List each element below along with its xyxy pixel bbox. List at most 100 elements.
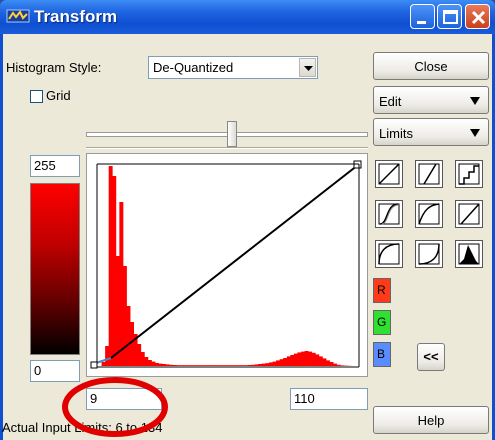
green-channel-button[interactable]: G xyxy=(373,310,391,335)
histogram-bar xyxy=(183,365,188,366)
red-channel-button[interactable]: R xyxy=(373,278,391,303)
transform-window: Transform Histogram Style: De-Quantized … xyxy=(0,0,495,440)
histogram-bar xyxy=(101,362,106,366)
histogram-bar xyxy=(197,365,202,366)
histogram-bar xyxy=(297,352,302,366)
histogram-bar xyxy=(286,356,291,366)
histogram-bar xyxy=(215,365,220,366)
equalize-curve-button[interactable] xyxy=(455,240,483,268)
transfer-curve[interactable] xyxy=(110,164,359,359)
log-curve-icon xyxy=(418,203,440,225)
histogram-bar xyxy=(165,364,170,366)
histogram-bar xyxy=(236,365,241,366)
histogram-bar xyxy=(315,354,320,366)
histogram-bar xyxy=(340,365,345,366)
histogram-bar xyxy=(276,360,281,366)
maximize-button[interactable] xyxy=(437,4,462,29)
sqrt-curve-button[interactable] xyxy=(375,240,403,268)
histogram-bar xyxy=(318,356,323,366)
histogram-style-label: Histogram Style: xyxy=(6,60,102,75)
histogram-bar xyxy=(115,256,120,366)
histogram-bar xyxy=(301,351,305,366)
steep-linear-icon xyxy=(418,163,440,185)
histogram-bar xyxy=(108,166,113,366)
histogram-bar xyxy=(187,365,191,366)
histogram-bar xyxy=(283,358,288,366)
app-icon xyxy=(6,9,30,23)
histogram-canvas[interactable] xyxy=(87,154,367,376)
close-button[interactable]: Close xyxy=(373,52,489,80)
gamma-slider-thumb[interactable] xyxy=(227,121,238,147)
histogram-bar xyxy=(194,365,199,366)
output-max-field[interactable]: 255 xyxy=(30,155,80,177)
histogram-bar xyxy=(268,362,273,366)
histogram-bar xyxy=(122,266,127,366)
grid-checkbox[interactable] xyxy=(30,90,43,103)
histogram-bar xyxy=(229,365,234,366)
linear-curve-button[interactable] xyxy=(375,160,403,188)
highlight-annotation xyxy=(62,377,168,437)
minimize-button[interactable] xyxy=(410,4,435,29)
histogram-bar xyxy=(336,364,341,366)
caret-down-icon xyxy=(470,97,480,105)
input-high-field[interactable]: 110 xyxy=(290,388,368,410)
highlight-ellipse xyxy=(62,377,168,437)
log-curve-button[interactable] xyxy=(415,200,443,228)
histogram-bar xyxy=(251,364,256,366)
limits-menu-button[interactable]: Limits xyxy=(373,118,489,146)
histogram-bar xyxy=(176,365,181,366)
histogram-bar xyxy=(254,364,259,366)
histogram-bar xyxy=(293,353,298,366)
histogram-bar xyxy=(147,360,152,366)
histogram-bar xyxy=(208,365,213,366)
histogram-bar xyxy=(279,359,284,366)
exp-curve-button[interactable] xyxy=(415,240,443,268)
diagonal-curve-button[interactable] xyxy=(455,200,483,228)
histogram-bar xyxy=(112,176,117,366)
blue-channel-button[interactable]: B xyxy=(373,342,391,367)
grid-label: Grid xyxy=(46,88,71,103)
histogram-bar xyxy=(158,363,163,366)
edit-menu-button[interactable]: Edit xyxy=(373,86,489,114)
close-icon xyxy=(471,10,486,25)
histogram-bar xyxy=(247,365,252,366)
histogram-bar xyxy=(204,365,209,366)
histogram-bar xyxy=(154,363,159,366)
histogram-bar xyxy=(172,365,177,366)
histogram-bar xyxy=(137,344,142,366)
histogram-style-select[interactable]: De-Quantized xyxy=(148,56,318,79)
close-window-button[interactable] xyxy=(465,4,490,29)
sqrt-curve-icon xyxy=(378,243,400,265)
equalize-histogram-icon xyxy=(458,243,480,265)
histogram-bar xyxy=(304,351,309,366)
help-button[interactable]: Help xyxy=(373,406,489,434)
histogram-bar xyxy=(272,361,277,366)
collapse-button[interactable]: << xyxy=(417,343,445,371)
title-bar[interactable]: Transform xyxy=(0,0,495,34)
histogram-bar xyxy=(201,365,206,366)
curve-handle-bottom[interactable] xyxy=(90,361,98,369)
exp-curve-icon xyxy=(418,243,440,265)
histogram-bar xyxy=(325,360,330,366)
histogram-bar xyxy=(162,364,167,366)
linear-curve-icon xyxy=(378,163,400,185)
sigmoid-curve-button[interactable] xyxy=(375,200,403,228)
histogram-bar xyxy=(222,365,227,366)
step-curve-button[interactable] xyxy=(455,160,483,188)
histogram-bar xyxy=(322,358,327,366)
steep-linear-button[interactable] xyxy=(415,160,443,188)
histogram-bar xyxy=(190,365,195,366)
histogram-bar xyxy=(105,346,110,366)
output-color-ramp xyxy=(30,183,80,355)
window-title: Transform xyxy=(34,7,118,26)
histogram-plot[interactable] xyxy=(86,153,368,377)
histogram-bar xyxy=(151,361,156,366)
histogram-bar xyxy=(258,364,263,366)
chevron-down-icon[interactable] xyxy=(299,58,316,77)
minimize-icon xyxy=(417,21,426,24)
histogram-bar xyxy=(169,364,174,366)
histogram-bar xyxy=(130,322,135,366)
histogram-bar xyxy=(219,365,224,366)
histogram-bar xyxy=(233,365,238,366)
histogram-bar xyxy=(140,352,145,366)
